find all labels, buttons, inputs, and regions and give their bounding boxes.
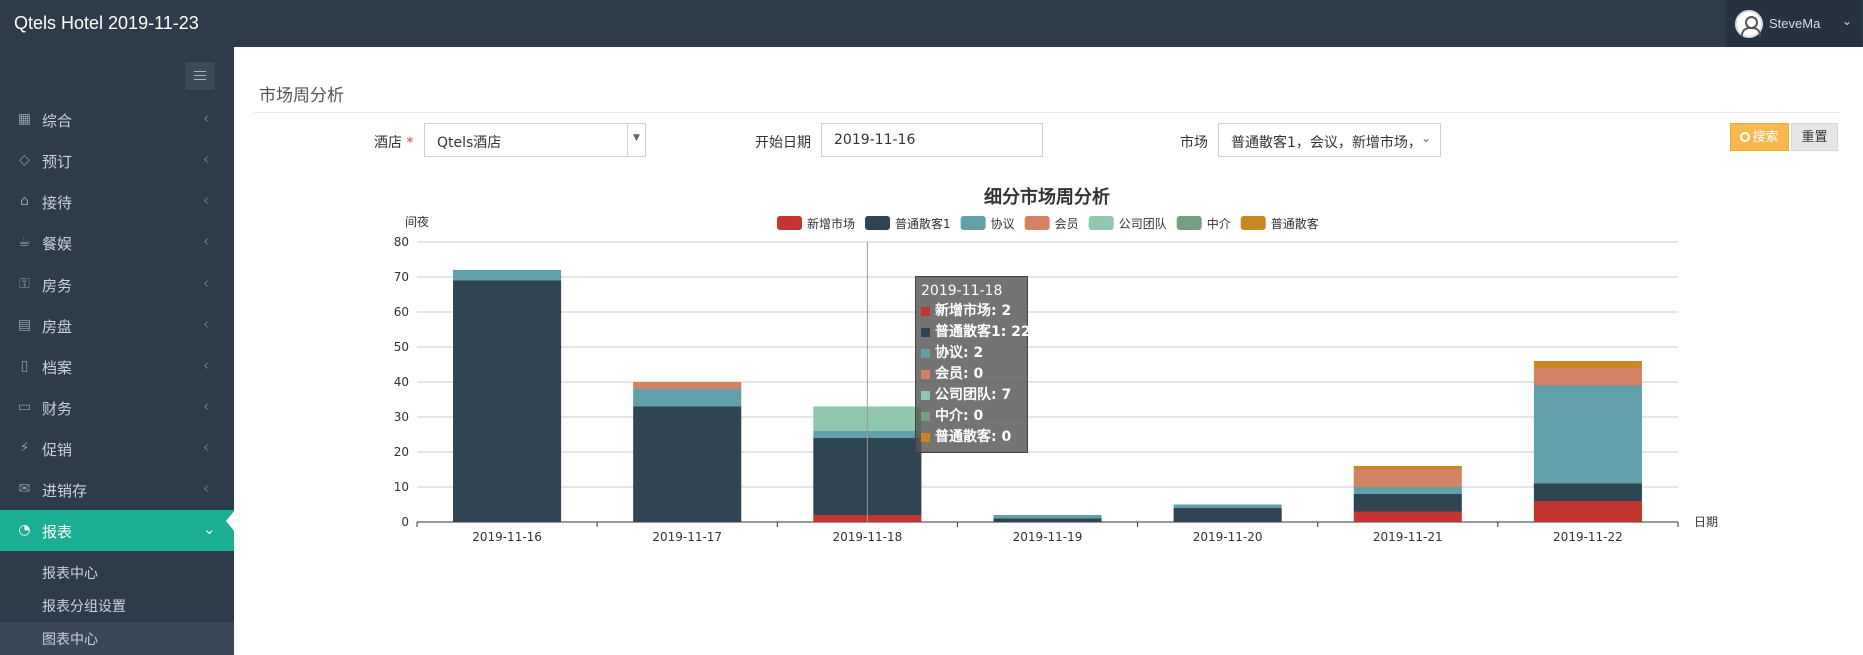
x-tick-label: 2019-11-22 (1553, 530, 1623, 544)
y-tick-label: 30 (394, 410, 409, 424)
legend-label: 普通散客1 (895, 216, 951, 231)
tooltip-row: 普通散客1: 22 (921, 321, 1031, 342)
legend-label: 会员 (1055, 217, 1079, 231)
tooltip-row: 会员: 0 (921, 363, 983, 384)
bar-segment (1353, 469, 1462, 487)
x-tick-label: 2019-11-21 (1373, 530, 1443, 544)
legend-swatch (921, 370, 930, 379)
bar-segment (1533, 385, 1642, 484)
y-tick-label: 20 (394, 445, 409, 459)
legend-swatch (921, 349, 930, 358)
x-tick-label: 2019-11-17 (652, 530, 722, 544)
legend-swatch (865, 216, 891, 230)
bar-segment (453, 270, 562, 281)
y-tick-label: 50 (394, 340, 409, 354)
bar-segment (1533, 483, 1642, 501)
x-tick-label: 2019-11-16 (472, 530, 542, 544)
bar-segment (1353, 466, 1462, 470)
bar-segment (993, 518, 1102, 522)
legend-label: 协议 (991, 216, 1015, 231)
tooltip-row: 新增市场: 2 (921, 300, 1011, 321)
bar-segment (993, 515, 1102, 519)
bar-segment (1173, 508, 1282, 522)
tooltip-row: 协议: 2 (921, 342, 983, 363)
legend-swatch (1024, 216, 1050, 230)
y-axis-label: 间夜 (405, 214, 429, 229)
legend-swatch (921, 391, 930, 400)
legend-label: 公司团队 (1119, 216, 1167, 231)
bar-segment (633, 406, 742, 522)
y-tick-label: 80 (394, 235, 409, 249)
y-tick-label: 60 (394, 305, 409, 319)
legend-swatch (921, 307, 930, 316)
x-tick-label: 2019-11-20 (1193, 530, 1263, 544)
bar-segment (1353, 487, 1462, 494)
tooltip-row: 普通散客: 0 (921, 426, 1011, 447)
x-axis-label: 日期 (1694, 515, 1718, 529)
chart-title: 细分市场周分析 (984, 186, 1110, 208)
y-tick-label: 0 (401, 515, 409, 529)
legend-label: 新增市场 (807, 216, 855, 231)
bar-segment (1353, 494, 1462, 512)
y-tick-label: 10 (394, 480, 409, 494)
legend-swatch (960, 216, 986, 230)
bar-segment (1173, 504, 1282, 508)
tooltip-row: 中介: 0 (921, 405, 983, 426)
bar-segment (453, 280, 562, 522)
x-tick-label: 2019-11-18 (832, 530, 902, 544)
legend-swatch (1088, 216, 1114, 230)
legend-swatch (1176, 216, 1202, 230)
bar-segment (633, 389, 742, 407)
legend-label: 普通散客 (1271, 216, 1319, 231)
legend-swatch (777, 216, 802, 230)
legend-label: 中介 (1207, 216, 1231, 231)
x-tick-label: 2019-11-19 (1013, 530, 1083, 544)
bar-segment (633, 382, 742, 389)
legend-swatch (921, 328, 930, 337)
y-tick-label: 70 (394, 270, 409, 284)
bar-segment (1353, 511, 1462, 522)
legend-swatch (921, 433, 930, 442)
bar-segment (1533, 368, 1642, 386)
legend-swatch (921, 412, 930, 421)
bar-segment (1533, 501, 1642, 522)
chart-tooltip: 2019-11-18 新增市场: 2 普通散客1: 22 协议: 2 会员: 0 公司团… (915, 276, 1031, 453)
tooltip-row: 公司团队: 7 (921, 384, 1011, 405)
tooltip-date: 2019-11-18 (921, 283, 1003, 299)
y-tick-label: 40 (394, 375, 409, 389)
bar-segment (1533, 361, 1642, 368)
legend-swatch (1240, 216, 1266, 230)
